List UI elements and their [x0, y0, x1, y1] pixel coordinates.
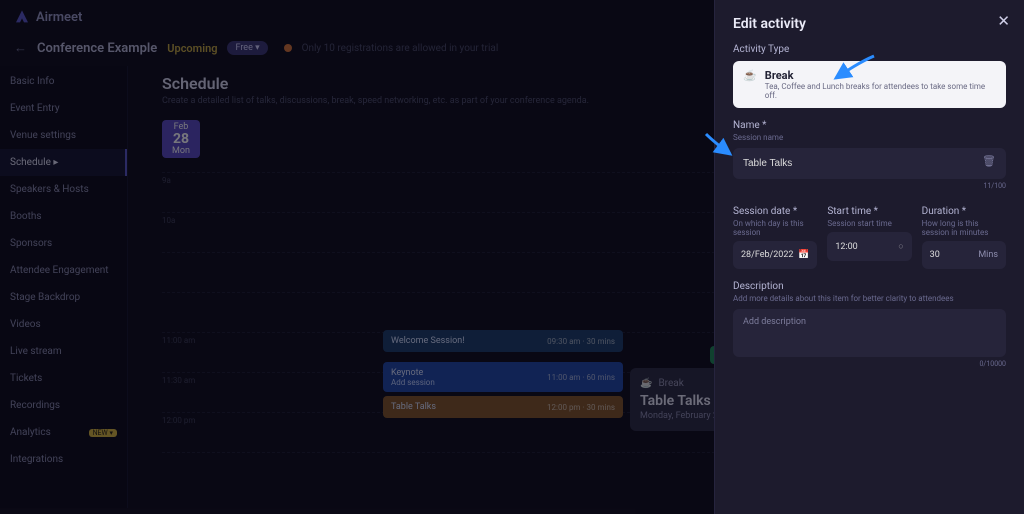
- activity-type-label: Activity Type: [733, 44, 1006, 55]
- name-input[interactable]: [733, 148, 1006, 179]
- time-value: 12:00: [835, 242, 857, 252]
- name-hint: Session name: [733, 133, 1006, 142]
- description-label: Description: [733, 281, 1006, 292]
- date-label: Session date *: [733, 206, 817, 217]
- name-label: Name *: [733, 120, 1006, 131]
- calendar-icon: 📅: [798, 250, 809, 260]
- duration-label: Duration *: [922, 206, 1006, 217]
- description-input[interactable]: Add description: [733, 309, 1006, 357]
- drawer-title: Edit activity: [733, 16, 1006, 32]
- date-value: 28/Feb/2022: [741, 250, 793, 260]
- activity-description: Tea, Coffee and Lunch breaks for attende…: [765, 82, 996, 100]
- close-icon[interactable]: ✕: [997, 12, 1010, 30]
- duration-value: 30: [930, 250, 940, 260]
- clock-icon: ○: [898, 241, 903, 252]
- time-label: Start time *: [827, 206, 911, 217]
- duration-unit: Mins: [978, 250, 998, 260]
- name-char-count: 11/100: [733, 182, 1006, 190]
- activity-type-card[interactable]: ☕ Break Tea, Coffee and Lunch breaks for…: [733, 61, 1006, 108]
- activity-name: Break: [765, 69, 996, 82]
- description-hint: Add more details about this item for bet…: [733, 294, 1006, 303]
- duration-input[interactable]: 30 Mins: [922, 241, 1006, 269]
- coffee-icon: ☕: [743, 69, 757, 100]
- description-placeholder: Add description: [743, 317, 806, 327]
- trash-icon[interactable]: 🗑: [982, 154, 996, 167]
- description-char-count: 0/10000: [733, 360, 1006, 368]
- edit-activity-drawer: ✕ Edit activity Activity Type ☕ Break Te…: [714, 0, 1024, 514]
- time-input[interactable]: 12:00 ○: [827, 232, 911, 261]
- date-input[interactable]: 28/Feb/2022 📅: [733, 241, 817, 269]
- time-hint: Session start time: [827, 219, 911, 228]
- duration-hint: How long is this session in minutes: [922, 219, 1006, 237]
- date-hint: On which day is this session: [733, 219, 817, 237]
